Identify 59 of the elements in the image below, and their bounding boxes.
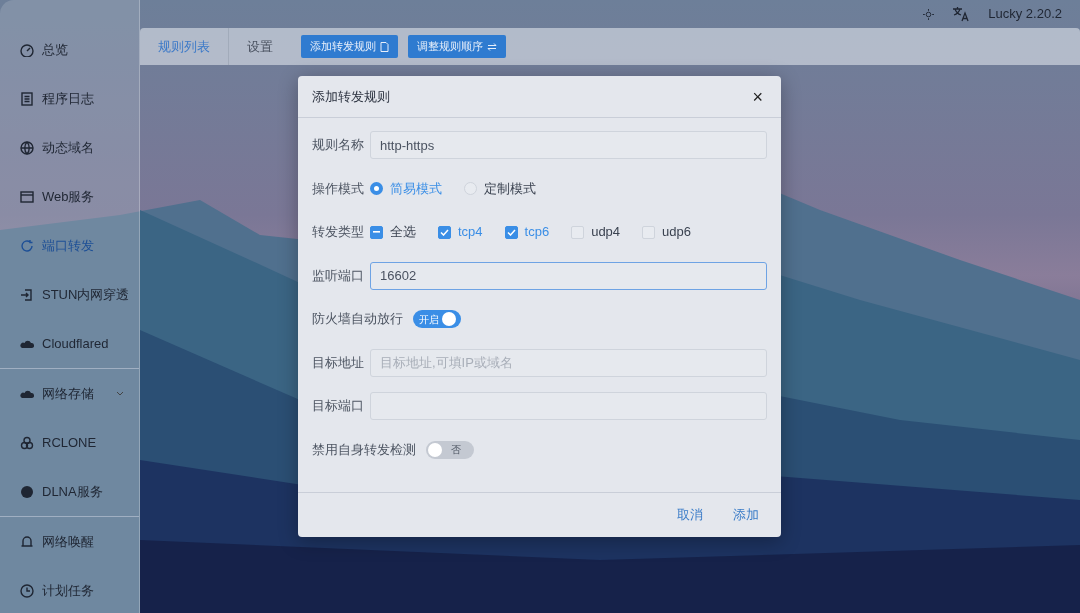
option-label: 简易模式 — [390, 179, 442, 198]
option-label: 定制模式 — [484, 179, 536, 198]
radio-button[interactable] — [370, 182, 383, 195]
toggle-switch[interactable]: 否 — [426, 440, 474, 459]
checkbox[interactable] — [438, 225, 451, 239]
sidebar-item[interactable]: RCLONE — [0, 418, 139, 467]
sidebar-item[interactable]: STUN内网穿透 — [0, 270, 139, 319]
dialog-button[interactable]: 添加 — [721, 501, 771, 529]
checkbox[interactable] — [504, 225, 518, 239]
sidebar-item[interactable]: 总览 — [0, 25, 139, 74]
tab[interactable]: 规则列表 — [140, 28, 229, 65]
input-field[interactable]: http-https — [370, 131, 767, 159]
rings-icon — [20, 435, 34, 450]
sidebar-item[interactable]: DLNA服务 — [0, 467, 139, 516]
exit-arrow-icon — [20, 287, 34, 302]
input-field[interactable]: 目标地址,可填IP或域名 — [370, 348, 767, 377]
sidebar-item[interactable]: Cloudflared — [0, 319, 139, 368]
sun-icon[interactable] — [923, 8, 935, 20]
option-label: tcp4 — [458, 223, 483, 242]
sidebar-item[interactable]: 动态域名 — [0, 123, 139, 172]
translate-icon[interactable] — [952, 6, 971, 22]
field-label: 防火墙自动放行 — [312, 310, 403, 329]
checkmark-icon — [440, 228, 449, 236]
field-label: 禁用自身转发检测 — [312, 440, 416, 459]
field-label: 目标地址 — [312, 353, 365, 372]
field-label: 转发类型 — [312, 223, 365, 242]
option-label: udp6 — [662, 223, 691, 242]
app-version: Lucky 2.20.2 — [988, 5, 1062, 24]
dialog-button[interactable]: 取消 — [665, 501, 715, 529]
option-label: udp4 — [591, 223, 621, 242]
toggle-switch[interactable]: 开启 — [413, 310, 461, 328]
clock-icon — [20, 583, 34, 598]
checkbox[interactable] — [370, 225, 383, 239]
sidebar-item[interactable]: 端口转发 — [0, 221, 139, 270]
option-label: tcp6 — [524, 223, 550, 242]
tab[interactable]: 设置 — [229, 28, 291, 65]
minus-icon — [373, 231, 380, 233]
action-button[interactable]: 添加转发规则 — [301, 35, 398, 58]
sidebar-item[interactable]: 程序日志 — [0, 74, 139, 123]
sidebar-item[interactable]: 网络存储 — [0, 369, 139, 418]
field-label: 操作模式 — [312, 179, 365, 198]
sidebar-item[interactable]: 网络唤醒 — [0, 517, 139, 566]
dialog-title: 添加转发规则 — [312, 87, 390, 106]
field-label: 规则名称 — [312, 136, 365, 155]
close-button[interactable]: × — [748, 87, 767, 106]
sidebar-item[interactable]: 计划任务 — [0, 566, 139, 613]
refresh-icon — [20, 238, 34, 253]
sidebar-item[interactable]: Web服务 — [0, 172, 139, 221]
field-label: 监听端口 — [312, 266, 365, 285]
field-label: 目标端口 — [312, 397, 365, 416]
action-button[interactable]: 调整规则顺序 — [408, 35, 506, 58]
gauge-icon — [20, 42, 34, 57]
document-icon — [20, 91, 34, 106]
option-label: 全选 — [390, 223, 416, 242]
browser-window-icon — [20, 189, 34, 204]
input-field[interactable]: 16602 — [370, 261, 767, 290]
document-icon — [380, 41, 389, 52]
swap-arrows-icon — [487, 42, 497, 51]
checkmark-icon — [506, 228, 516, 236]
